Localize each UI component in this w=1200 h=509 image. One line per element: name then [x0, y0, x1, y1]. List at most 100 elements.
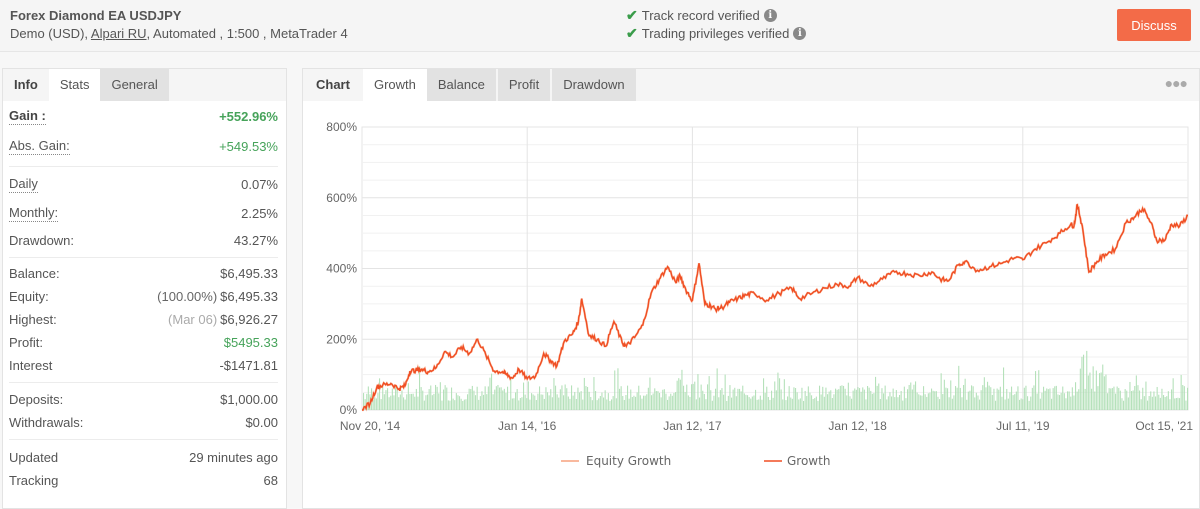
volume-bar [1060, 392, 1062, 410]
info-icon[interactable]: i [763, 9, 777, 22]
volume-bar [1115, 393, 1117, 410]
tab-general[interactable]: General [100, 69, 169, 101]
volume-bar [687, 395, 689, 410]
volume-bar [1071, 387, 1073, 410]
stat-equity: Equity: (100.00%) $6,495.33 [9, 285, 278, 308]
volume-bar [654, 388, 656, 410]
volume-bar [715, 388, 717, 410]
stat-value: $6,495.33 [220, 266, 278, 281]
system-title: Forex Diamond EA USDJPY [10, 8, 182, 23]
volume-bar [1019, 399, 1021, 410]
volume-bar [484, 386, 486, 410]
volume-bar [915, 381, 917, 410]
stat-highest: Highest: (Mar 06) $6,926.27 [9, 308, 278, 331]
volume-bar [582, 399, 584, 410]
volume-bar [633, 395, 635, 410]
volume-bar [1172, 378, 1174, 410]
volume-bar [969, 390, 971, 410]
volume-bar [630, 389, 632, 410]
volume-bar [1097, 386, 1099, 410]
volume-bar [827, 394, 829, 410]
volume-bar [417, 396, 419, 410]
volume-bar [628, 398, 630, 410]
equity-amount: $6,495.33 [220, 289, 278, 304]
volume-bar [507, 386, 509, 410]
stat-label: Withdrawals: [9, 415, 84, 430]
stat-label[interactable]: Abs. Gain: [9, 138, 70, 155]
stat-value: 68 [263, 473, 278, 488]
volume-bar [662, 389, 664, 410]
stat-value: $5495.33 [223, 335, 278, 350]
volume-bar [1126, 390, 1128, 410]
tab-drawdown[interactable]: Drawdown [552, 69, 636, 101]
volume-bar [799, 398, 801, 410]
volume-bar [542, 394, 544, 410]
account-subtitle: Demo (USD), Alpari RU, Automated , 1:500… [10, 26, 348, 41]
x-tick-label: Jul 11, '19 [996, 419, 1050, 433]
volume-bar [535, 400, 537, 410]
volume-bar [579, 392, 581, 410]
stat-label[interactable]: Gain : [9, 108, 46, 125]
volume-bar [505, 392, 507, 410]
volume-bar [527, 381, 529, 410]
volume-bar [1107, 393, 1109, 410]
ellipsis-icon[interactable]: ●●● [1165, 75, 1188, 91]
volume-bar [1123, 400, 1125, 410]
volume-bar [1099, 373, 1101, 410]
highest-date: (Mar 06) [168, 312, 218, 327]
volume-bar [380, 399, 382, 410]
volume-bar [1150, 391, 1152, 410]
volume-bar [612, 396, 614, 410]
volume-bar [1067, 391, 1069, 410]
volume-bar [1121, 398, 1123, 410]
volume-bar [607, 393, 609, 410]
volume-bar [620, 386, 622, 410]
volume-bar [716, 368, 718, 410]
volume-bar [623, 399, 625, 410]
volume-bar [590, 396, 592, 410]
volume-bar [1139, 390, 1141, 410]
volume-bar [631, 397, 633, 410]
volume-bar [1102, 364, 1104, 410]
volume-bar [521, 397, 523, 410]
volume-bar [875, 376, 877, 410]
volume-bar [455, 393, 457, 410]
volume-bar [905, 398, 907, 410]
info-icon[interactable]: i [793, 27, 807, 40]
volume-bar [1065, 398, 1067, 410]
volume-bar [1169, 399, 1171, 410]
divider [9, 166, 278, 167]
volume-bar [388, 397, 390, 410]
volume-bar [860, 391, 862, 410]
volume-bar [804, 390, 806, 410]
tab-profit[interactable]: Profit [497, 69, 551, 101]
stat-label[interactable]: Monthly: [9, 205, 59, 222]
volume-bar [678, 378, 680, 410]
tab-growth[interactable]: Growth [362, 69, 427, 101]
volume-bar [711, 400, 713, 410]
stat-label[interactable]: Daily [9, 176, 38, 193]
volume-bar [1006, 388, 1008, 410]
volume-bar [1043, 386, 1045, 410]
volume-bar [550, 389, 552, 410]
tab-balance[interactable]: Balance [426, 69, 496, 101]
broker-link[interactable]: Alpari RU [91, 26, 147, 41]
volume-bar [652, 393, 654, 410]
volume-bar [1046, 388, 1048, 410]
volume-bar [977, 395, 979, 410]
stat-gain: Gain : +552.96% [9, 105, 278, 128]
volume-bar [1167, 391, 1169, 410]
volume-bar [934, 391, 936, 410]
y-tick-label: 600% [326, 191, 357, 205]
volume-bar [1158, 394, 1160, 410]
volume-bar [1127, 397, 1129, 410]
volume-bar [1068, 391, 1070, 410]
info-tab-label[interactable]: Info [3, 69, 49, 101]
volume-bar [855, 389, 857, 410]
volume-bar [641, 398, 643, 410]
volume-bar [879, 398, 881, 410]
tab-stats[interactable]: Stats [48, 69, 101, 101]
discuss-button[interactable]: Discuss [1117, 9, 1191, 41]
volume-bar [403, 397, 405, 410]
trading-privileges-verified: ✔ Trading privileges verified i [626, 25, 807, 42]
